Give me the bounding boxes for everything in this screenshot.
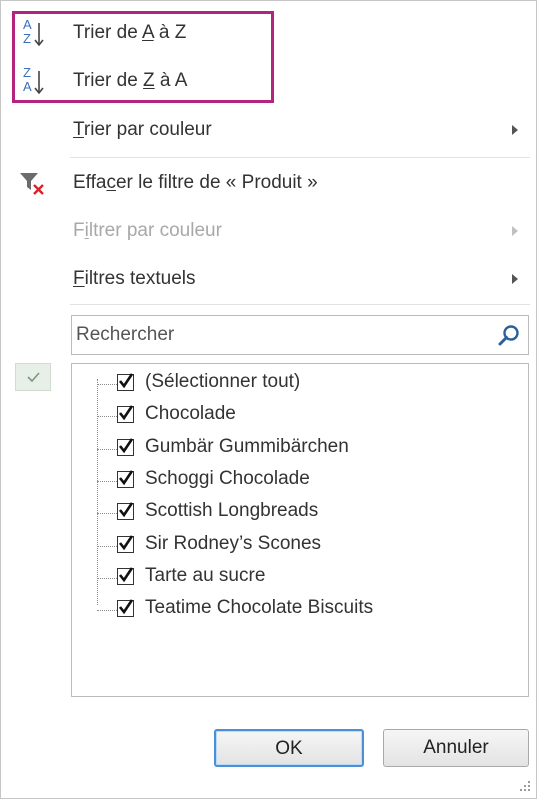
selection-indicator bbox=[15, 363, 51, 391]
list-item[interactable]: Chocolade bbox=[72, 400, 512, 432]
checkmark-icon bbox=[118, 567, 134, 582]
sort-icon-bottom-letter: Z bbox=[23, 31, 31, 46]
menu-separator bbox=[70, 157, 530, 158]
sort-icon-bottom-letter: A bbox=[23, 79, 32, 94]
checkmark-icon bbox=[118, 437, 134, 453]
sort-a-to-z-item[interactable]: A Z Trier de A à Z bbox=[2, 10, 536, 56]
list-item-label: Scottish Longbreads bbox=[145, 500, 319, 522]
search-icon[interactable] bbox=[497, 324, 521, 348]
list-item[interactable]: (Sélectionner tout) bbox=[72, 368, 512, 400]
chevron-right-icon bbox=[512, 274, 518, 284]
sort-icon-top-letter: Z bbox=[23, 65, 31, 80]
sort-by-color-item[interactable]: Trier par couleur bbox=[2, 107, 536, 153]
tree-connector bbox=[97, 448, 117, 450]
list-item[interactable]: Scottish Longbreads bbox=[72, 497, 512, 529]
item-checkbox[interactable] bbox=[117, 599, 134, 618]
tree-connector bbox=[97, 416, 117, 418]
item-checkbox[interactable] bbox=[117, 405, 134, 424]
tree-connector bbox=[97, 480, 117, 482]
list-item-label: Sir Rodney’s Scones bbox=[145, 532, 322, 554]
list-item[interactable]: Teatime Chocolate Biscuits bbox=[72, 594, 512, 626]
item-checkbox[interactable] bbox=[117, 470, 134, 488]
check-icon bbox=[27, 372, 40, 383]
filter-dropdown-menu: A Z Trier de A à Z Z A Trier de Z à A Tr… bbox=[0, 0, 537, 799]
search-input[interactable] bbox=[76, 320, 486, 350]
item-checkbox[interactable] bbox=[117, 373, 134, 391]
clear-filter-icon bbox=[16, 166, 50, 200]
item-checkbox[interactable] bbox=[117, 437, 134, 456]
item-checkbox[interactable] bbox=[117, 534, 134, 553]
list-item-label: Gumbär Gummibärchen bbox=[145, 435, 349, 457]
tree-connector bbox=[97, 384, 117, 385]
item-checkbox[interactable] bbox=[117, 502, 134, 521]
tree-connector bbox=[97, 610, 117, 612]
chevron-right-icon bbox=[512, 226, 518, 236]
list-item-label: (Sélectionner tout) bbox=[145, 371, 301, 392]
list-item-label: Tarte au sucre bbox=[145, 564, 266, 586]
clear-filter-label: Effacer le filtre de « Produit » bbox=[73, 172, 318, 193]
filter-by-color-item: Filtrer par couleur bbox=[2, 208, 536, 254]
sort-z-to-a-label: Trier de Z à A bbox=[73, 70, 188, 91]
checkmark-icon bbox=[118, 470, 134, 486]
sort-icon-top-letter: A bbox=[23, 17, 32, 32]
list-item[interactable]: Sir Rodney’s Scones bbox=[72, 530, 512, 562]
sort-ascending-icon: A Z bbox=[16, 16, 50, 50]
list-item[interactable]: Gumbär Gummibärchen bbox=[72, 433, 512, 465]
item-checkbox[interactable] bbox=[117, 567, 134, 585]
chevron-right-icon bbox=[512, 125, 518, 135]
checkmark-icon bbox=[118, 534, 134, 550]
cancel-button[interactable]: Annuler bbox=[383, 729, 529, 767]
list-item[interactable]: Schoggi Chocolade bbox=[72, 465, 512, 497]
checkmark-icon bbox=[118, 502, 134, 518]
tree-connector bbox=[97, 513, 117, 515]
sort-descending-icon: Z A bbox=[16, 64, 50, 98]
checkmark-icon bbox=[118, 599, 134, 615]
sort-z-to-a-item[interactable]: Z A Trier de Z à A bbox=[2, 58, 536, 104]
checkmark-icon bbox=[118, 405, 134, 421]
ok-button[interactable]: OK bbox=[214, 729, 364, 767]
clear-filter-item[interactable]: Effacer le filtre de « Produit » bbox=[2, 160, 536, 206]
filter-by-color-label: Filtrer par couleur bbox=[73, 220, 222, 241]
list-item-label: Teatime Chocolate Biscuits bbox=[145, 597, 374, 619]
text-filters-item[interactable]: Filtres textuels bbox=[2, 256, 536, 302]
checkmark-icon bbox=[118, 373, 134, 389]
list-item-label: Schoggi Chocolade bbox=[145, 467, 310, 489]
sort-by-color-label: Trier par couleur bbox=[73, 119, 212, 140]
resize-grip-icon[interactable] bbox=[519, 780, 531, 792]
tree-connector bbox=[97, 577, 117, 579]
tree-connector bbox=[97, 545, 117, 547]
search-box bbox=[71, 315, 529, 355]
sort-a-to-z-label: Trier de A à Z bbox=[73, 22, 187, 43]
menu-separator bbox=[70, 304, 530, 305]
text-filters-label: Filtres textuels bbox=[73, 268, 196, 289]
list-item[interactable]: Tarte au sucre bbox=[72, 562, 512, 594]
values-list: (Sélectionner tout) Chocolade Gumbär Gummi… bbox=[71, 363, 529, 697]
list-item-label: Chocolade bbox=[145, 403, 236, 425]
